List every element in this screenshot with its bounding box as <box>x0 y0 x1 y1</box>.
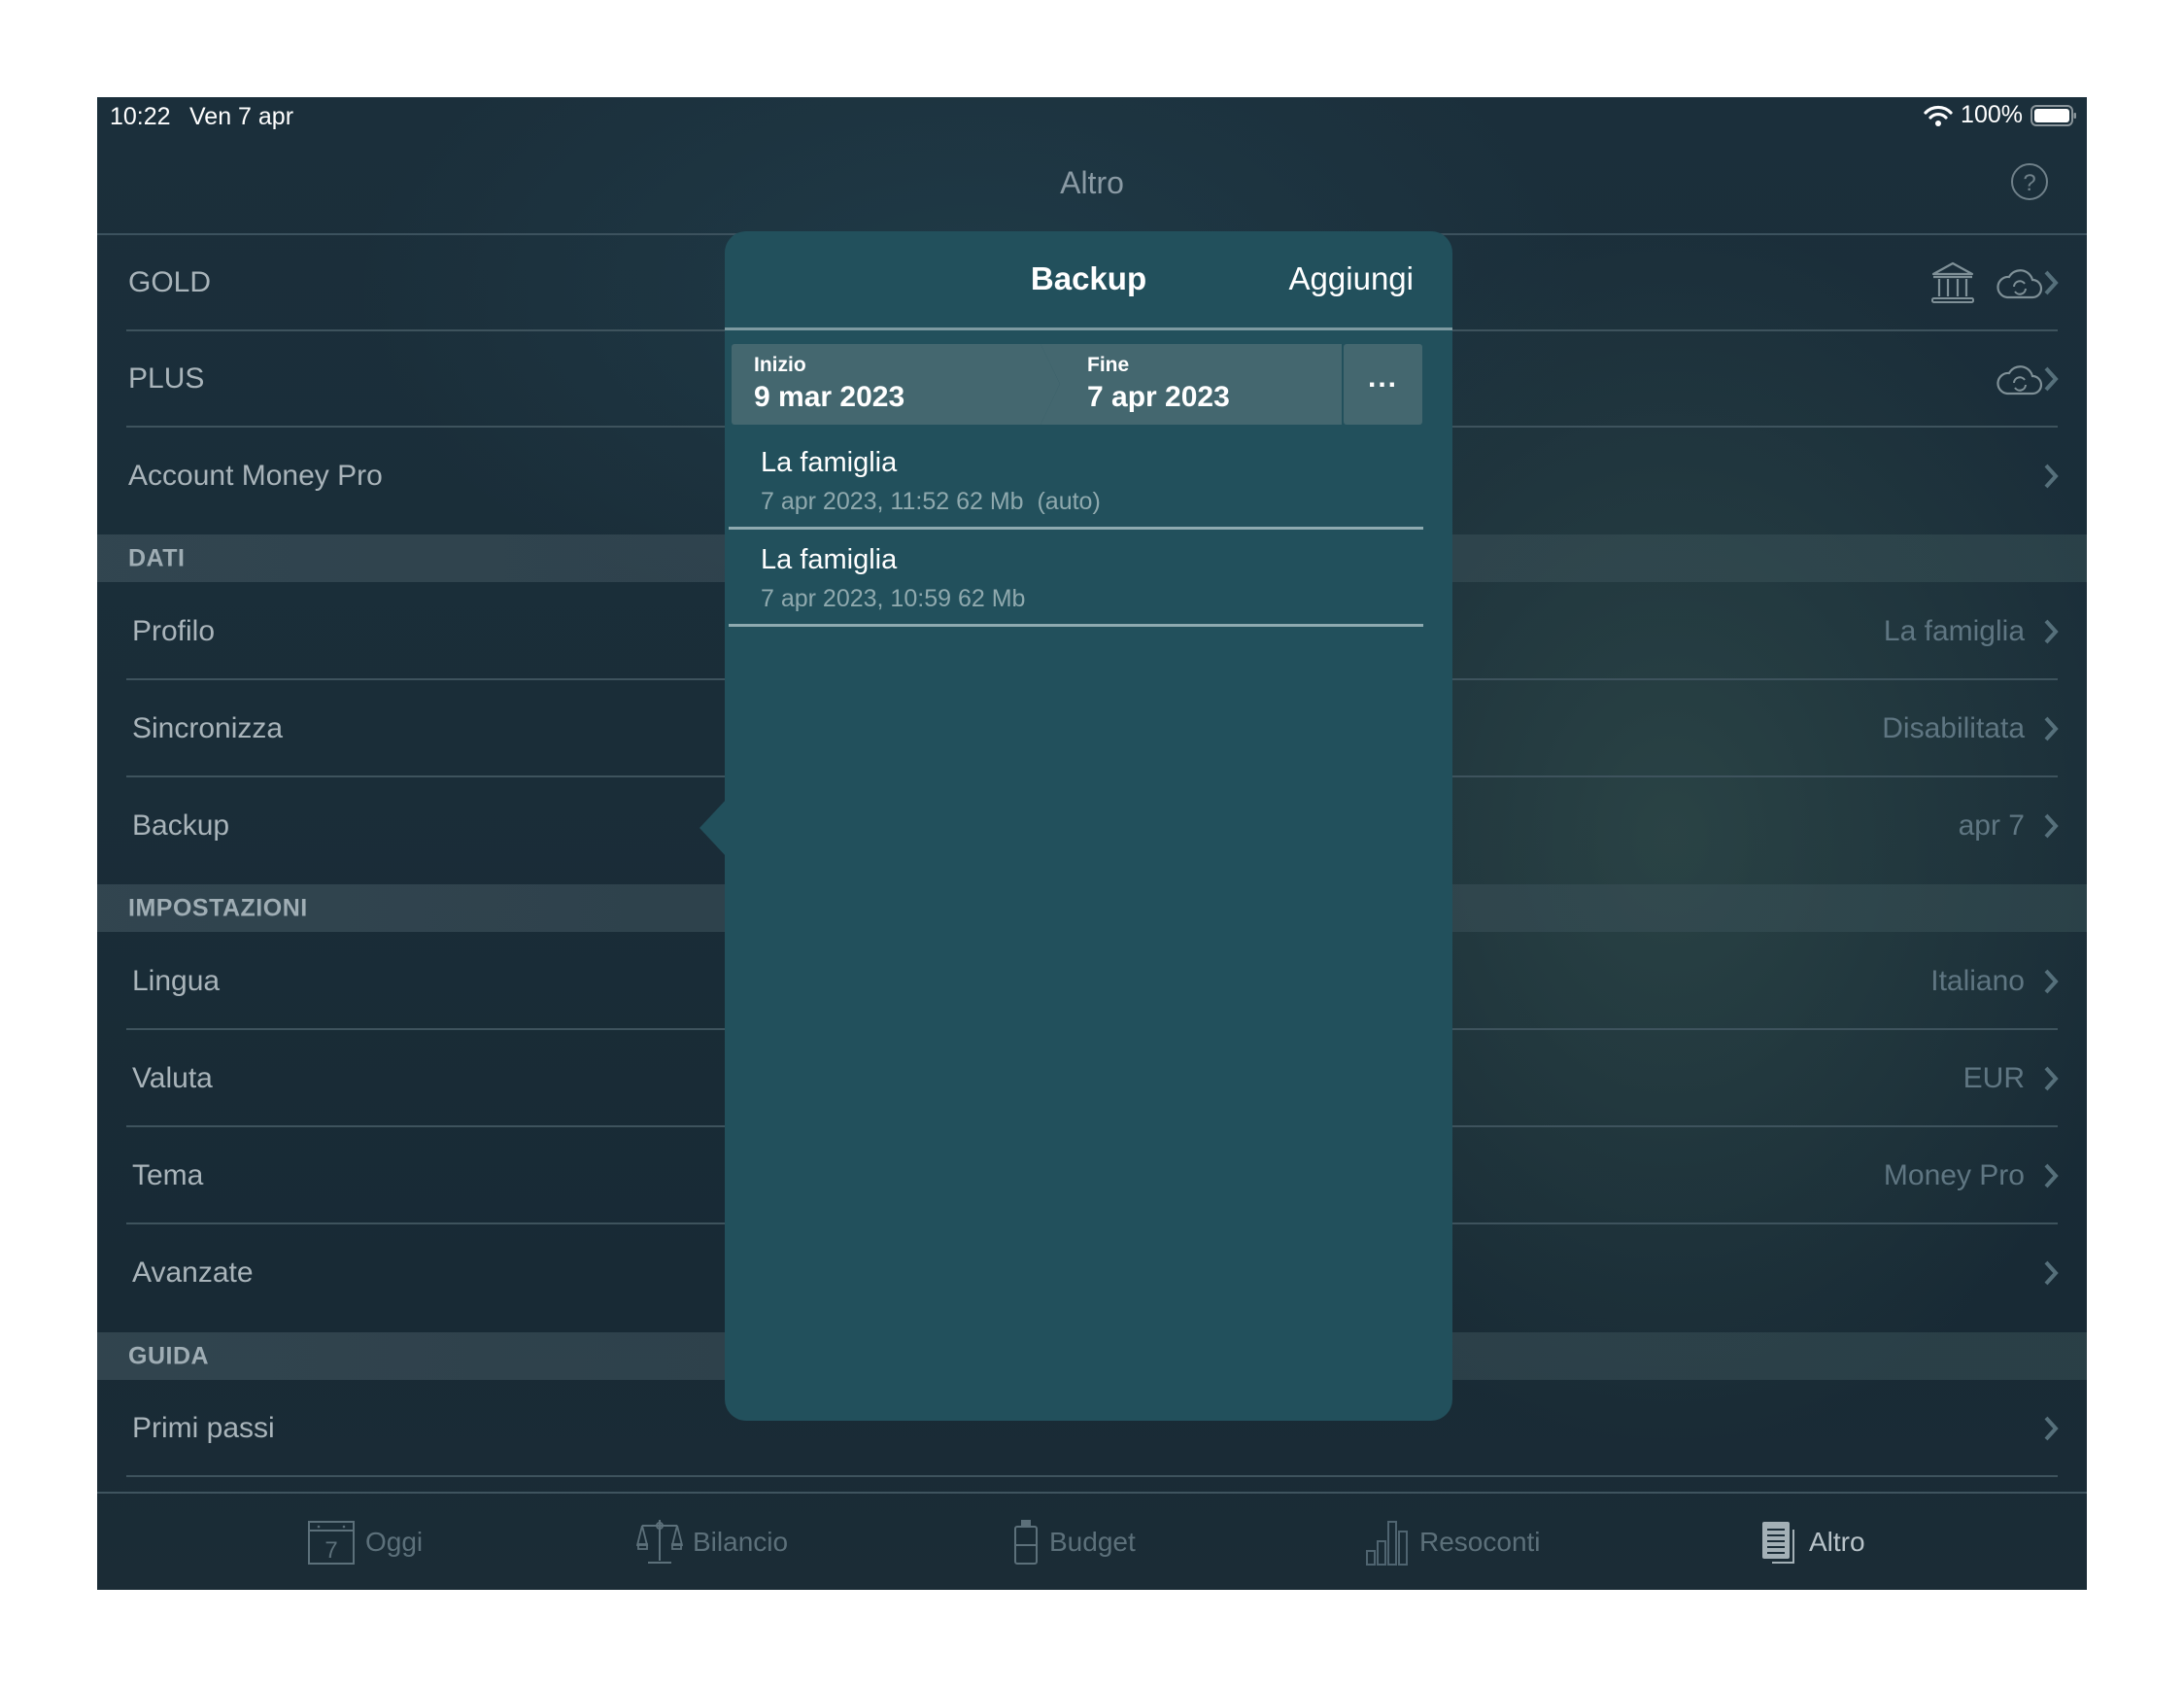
status-date: Ven 7 apr <box>189 103 294 130</box>
cloud-sync-icon <box>1996 269 2043 299</box>
tab-label: Bilancio <box>693 1526 789 1557</box>
start-caption: Inizio <box>754 354 806 376</box>
tab-resoconti[interactable]: Resoconti <box>1365 1494 1541 1590</box>
battery-budget-icon <box>1014 1519 1038 1565</box>
wifi-icon <box>1924 105 1953 126</box>
row-label: Primi passi <box>132 1412 275 1444</box>
tab-bar: 7 Oggi Bilancio Budget Resoconti Altro <box>97 1494 2087 1590</box>
backup-name: La famiglia <box>761 544 898 575</box>
battery-icon <box>2030 104 2076 126</box>
tab-budget[interactable]: Budget <box>1012 1494 1136 1590</box>
status-bar: 10:22 Ven 7 apr 100% <box>97 97 2087 136</box>
backup-popover: Backup Aggiungi Inizio 9 mar 2023 Fine 7… <box>725 231 1452 1421</box>
cloud-sync-icon <box>1996 365 2043 396</box>
tab-label: Altro <box>1809 1526 1865 1557</box>
tab-oggi[interactable]: 7 Oggi <box>307 1494 423 1590</box>
app-screen: 10:22 Ven 7 apr 100% Altro ? GOLD PLUS A… <box>97 97 2087 1590</box>
chevron-right-icon <box>2044 464 2059 489</box>
section-title: DATI <box>128 544 186 571</box>
tab-label: Resoconti <box>1419 1526 1541 1557</box>
row-value: La famiglia <box>1883 615 2025 647</box>
row-label: GOLD <box>128 266 212 298</box>
page-title: Altro <box>1060 165 1124 200</box>
row-value: apr 7 <box>1958 809 2025 842</box>
bar-chart-icon <box>1366 1520 1408 1566</box>
row-label: Lingua <box>132 965 221 997</box>
ellipsis-icon: ... <box>1367 362 1398 394</box>
bank-icon <box>1931 261 1974 303</box>
popover-divider <box>725 327 1452 330</box>
row-divider <box>729 527 1423 530</box>
start-date: 9 mar 2023 <box>754 381 905 413</box>
row-value: Disabilitata <box>1882 712 2025 744</box>
status-time: 10:22 <box>110 103 171 130</box>
chevron-right-icon <box>2044 1163 2059 1188</box>
date-range-selector: Inizio 9 mar 2023 Fine 7 apr 2023 ... <box>732 344 1443 425</box>
tab-label: Budget <box>1049 1526 1136 1557</box>
row-label: Account Money Pro <box>128 460 383 492</box>
chevron-right-icon <box>2044 1066 2059 1091</box>
backup-list-item[interactable]: La famiglia 7 apr 2023, 11:52 62 Mb (aut… <box>729 433 1423 530</box>
row-divider <box>126 1475 2058 1477</box>
row-value: EUR <box>1962 1062 2025 1094</box>
section-title: GUIDA <box>128 1342 210 1369</box>
row-label: Tema <box>132 1159 204 1191</box>
help-button[interactable]: ? <box>2011 163 2048 200</box>
popover-arrow <box>700 799 727 857</box>
end-date-button[interactable]: Fine 7 apr 2023 <box>1041 344 1342 425</box>
row-label: Profilo <box>132 615 216 647</box>
backup-meta: 7 apr 2023, 11:52 62 Mb (auto) <box>761 488 1101 515</box>
row-label: Backup <box>132 809 230 842</box>
tab-label: Oggi <box>365 1526 424 1557</box>
start-date-button[interactable]: Inizio 9 mar 2023 <box>732 344 1060 425</box>
battery-percent: 100% <box>1961 101 2023 128</box>
chevron-right-icon <box>2044 969 2059 994</box>
calendar-day: 7 <box>324 1537 337 1564</box>
calendar-icon: 7 <box>308 1520 355 1565</box>
document-icon <box>1762 1521 1794 1564</box>
row-divider <box>729 624 1423 627</box>
chevron-right-icon <box>2044 619 2059 644</box>
row-value: Money Pro <box>1883 1159 2025 1191</box>
row-label: PLUS <box>128 362 205 395</box>
row-label: Valuta <box>132 1062 213 1094</box>
chevron-right-icon <box>2044 1260 2059 1286</box>
row-value: Italiano <box>1930 965 2025 997</box>
end-caption: Fine <box>1087 354 1130 376</box>
backup-name: La famiglia <box>761 447 898 478</box>
status-right: 100% <box>1924 101 2077 129</box>
chevron-right-icon <box>2044 716 2059 741</box>
section-title: IMPOSTAZIONI <box>128 894 308 921</box>
chevron-right-icon <box>2044 270 2059 295</box>
end-date: 7 apr 2023 <box>1087 381 1230 413</box>
scale-icon <box>636 1519 683 1564</box>
chevron-right-icon <box>2044 813 2059 839</box>
row-label: Avanzate <box>132 1257 254 1289</box>
backup-meta: 7 apr 2023, 10:59 62 Mb <box>761 585 1026 612</box>
backup-list-item[interactable]: La famiglia 7 apr 2023, 10:59 62 Mb <box>729 531 1423 627</box>
add-backup-button[interactable]: Aggiungi <box>1289 260 1414 297</box>
more-options-button[interactable]: ... <box>1344 344 1422 425</box>
tab-altro[interactable]: Altro <box>1760 1494 1865 1590</box>
question-circle-icon: ? <box>2023 170 2036 196</box>
chevron-right-icon <box>2044 366 2059 392</box>
row-label: Sincronizza <box>132 712 284 744</box>
tab-bilancio[interactable]: Bilancio <box>636 1494 788 1590</box>
chevron-right-icon <box>2044 1416 2059 1441</box>
